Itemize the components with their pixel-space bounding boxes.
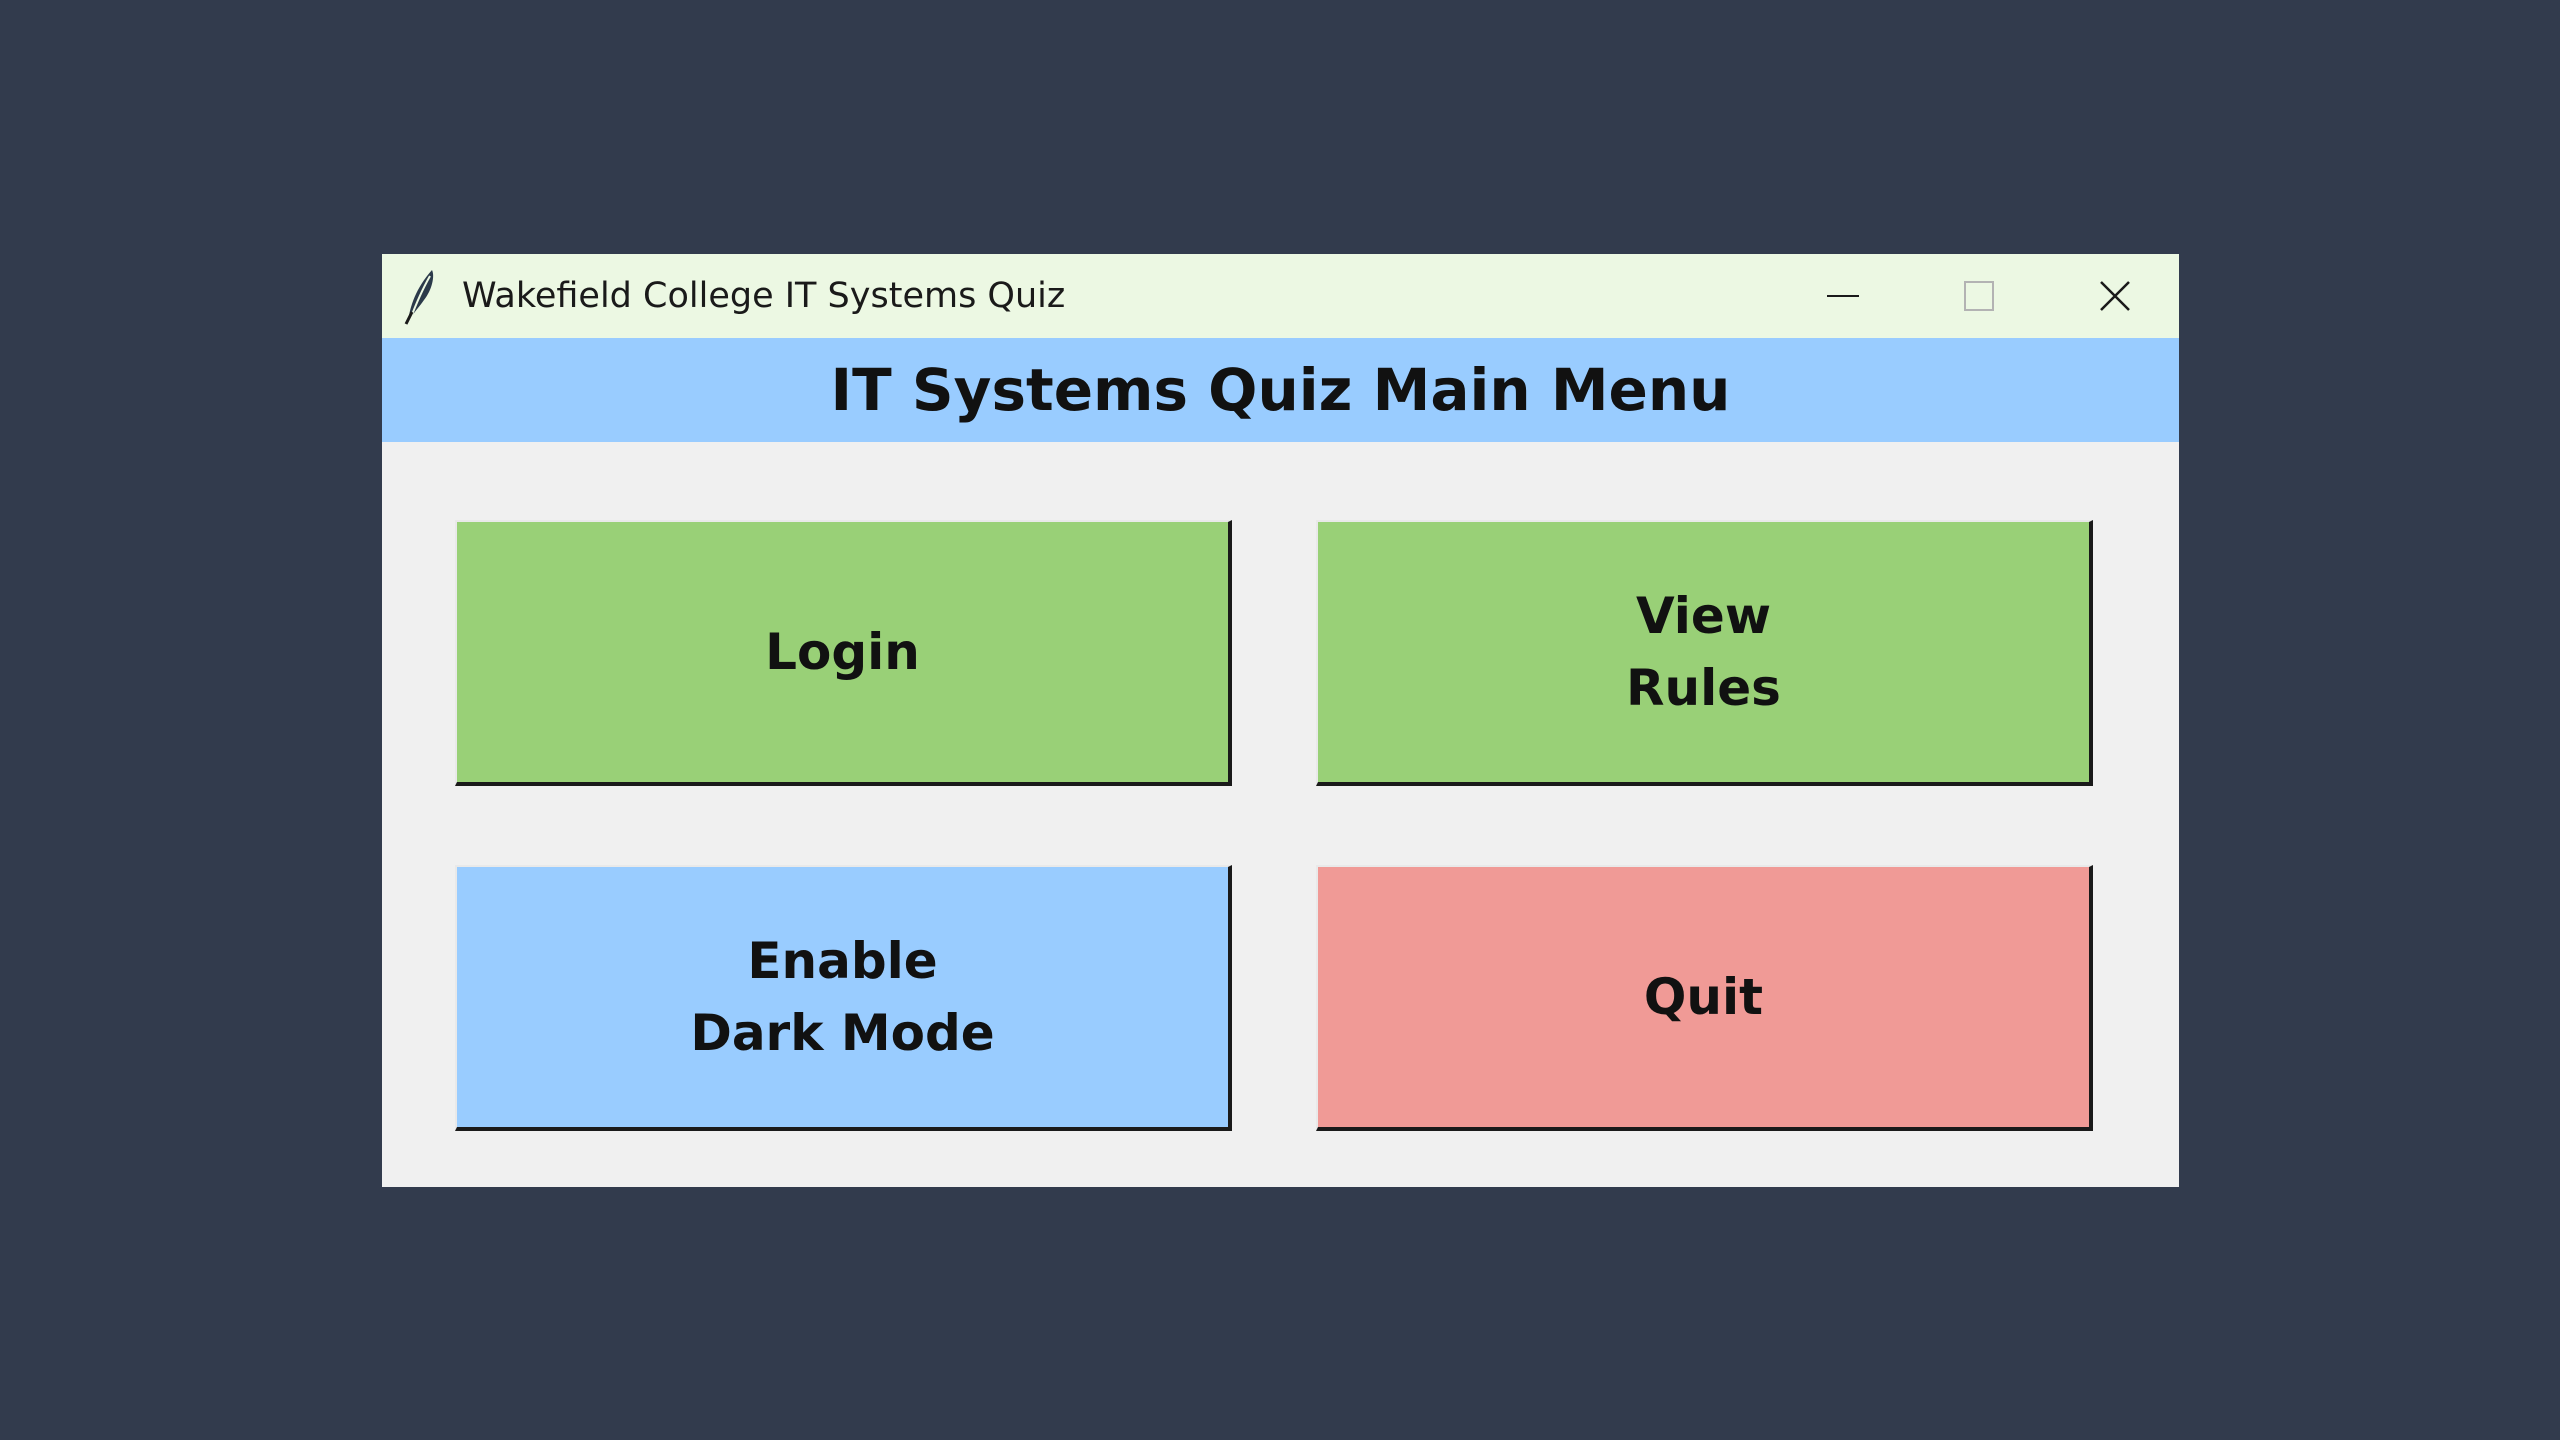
quiz-main-window: Wakefield College IT Systems Quiz IT Sys… bbox=[382, 254, 2179, 1187]
login-button-label: Login bbox=[765, 623, 920, 681]
minimize-icon bbox=[1827, 294, 1859, 298]
enable-dark-mode-button-label: Enable Dark Mode bbox=[690, 932, 995, 1062]
maximize-button[interactable] bbox=[1911, 254, 2047, 338]
feather-icon bbox=[402, 266, 438, 326]
minimize-button[interactable] bbox=[1775, 254, 1911, 338]
main-menu-header: IT Systems Quiz Main Menu bbox=[382, 338, 2179, 442]
view-rules-button-label: View Rules bbox=[1626, 587, 1781, 717]
view-rules-button[interactable]: View Rules bbox=[1316, 520, 2093, 786]
login-button[interactable]: Login bbox=[455, 520, 1232, 786]
desktop-background: Wakefield College IT Systems Quiz IT Sys… bbox=[0, 0, 2560, 1440]
close-button[interactable] bbox=[2047, 254, 2179, 338]
enable-dark-mode-button[interactable]: Enable Dark Mode bbox=[455, 865, 1232, 1131]
page-title: IT Systems Quiz Main Menu bbox=[830, 356, 1731, 424]
maximize-icon bbox=[1964, 281, 1994, 311]
quit-button[interactable]: Quit bbox=[1316, 865, 2093, 1131]
window-title: Wakefield College IT Systems Quiz bbox=[462, 276, 1066, 316]
quit-button-label: Quit bbox=[1643, 968, 1764, 1026]
close-icon bbox=[2099, 280, 2131, 312]
window-titlebar[interactable]: Wakefield College IT Systems Quiz bbox=[382, 254, 2179, 338]
